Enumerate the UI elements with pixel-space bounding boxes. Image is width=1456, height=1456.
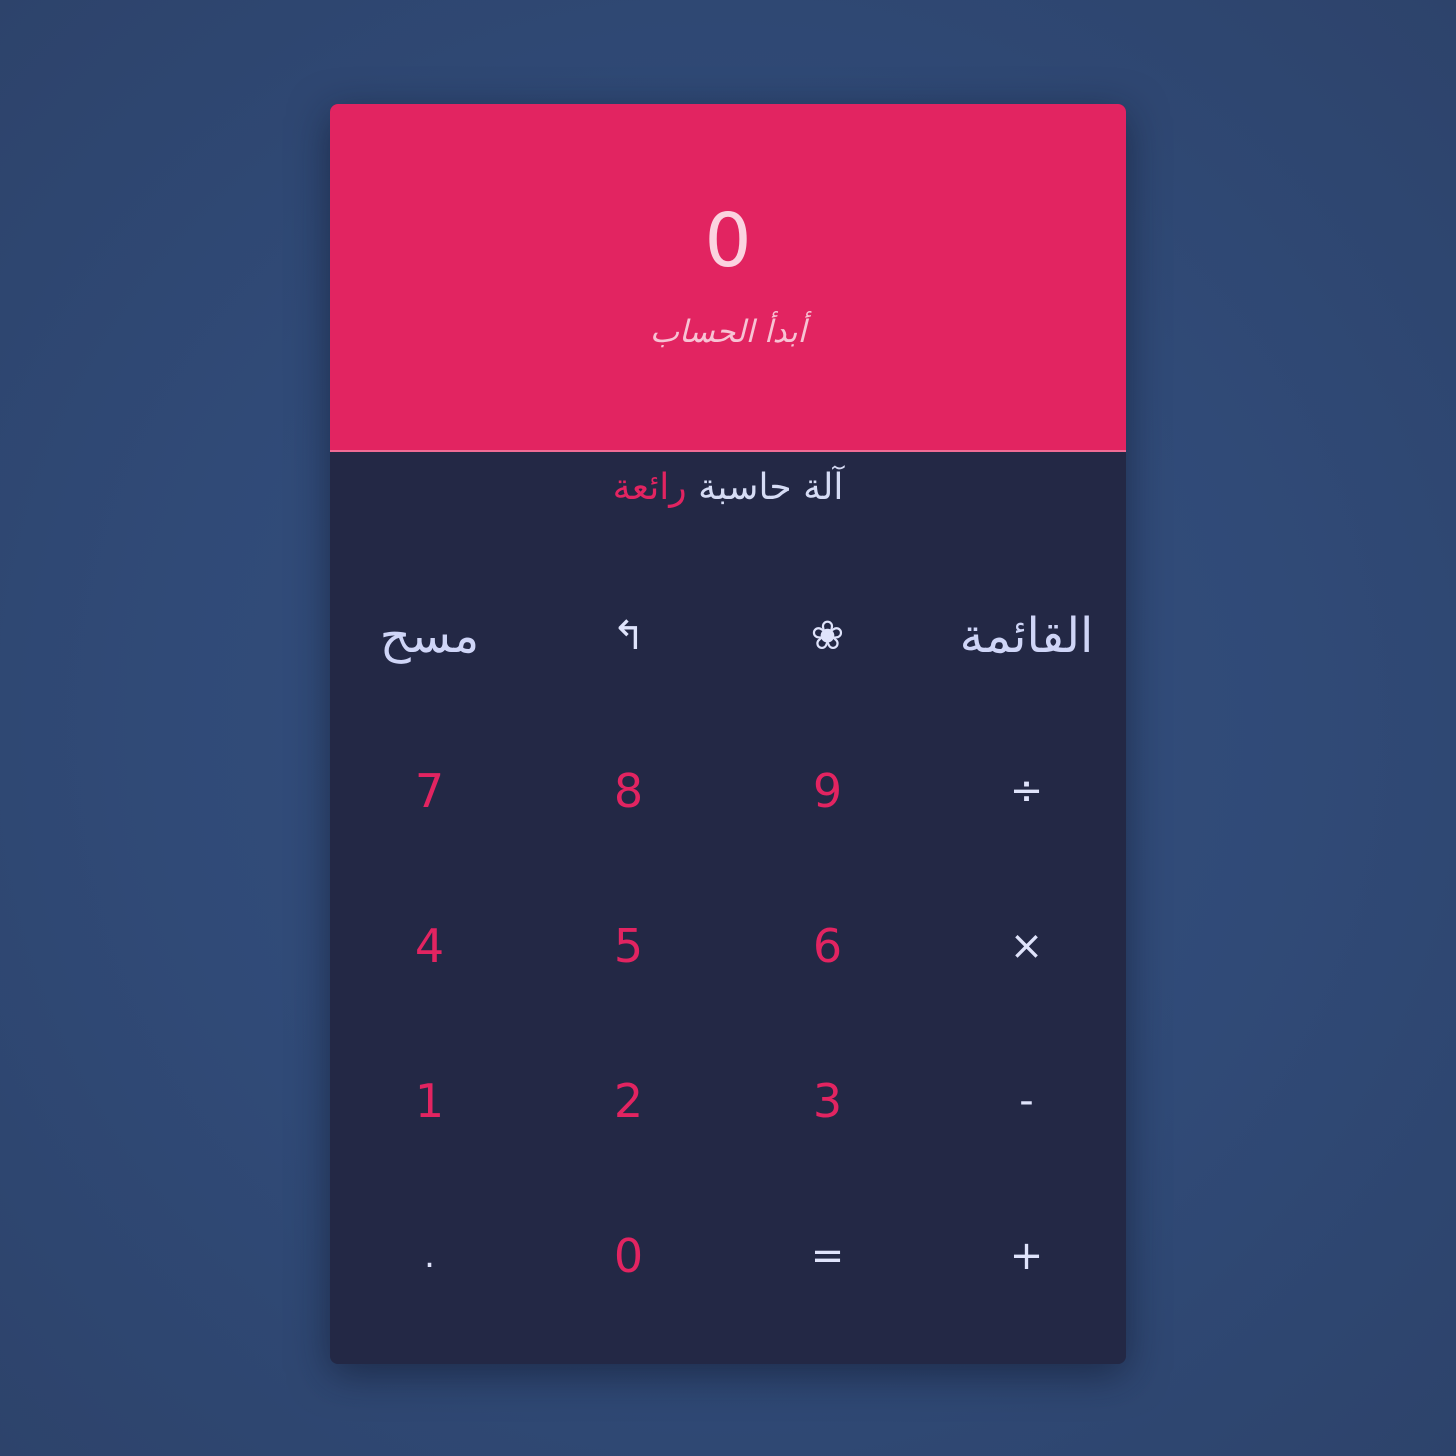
key-5[interactable]: 5 [529, 869, 728, 1024]
key-1[interactable]: 1 [330, 1023, 529, 1178]
equals-button[interactable]: = [728, 1178, 927, 1333]
decimal-button[interactable]: . [330, 1178, 529, 1333]
key-6[interactable]: 6 [728, 869, 927, 1024]
backspace-icon[interactable]: ↰ [529, 559, 728, 714]
key-2[interactable]: 2 [529, 1023, 728, 1178]
plus-button[interactable]: + [927, 1178, 1126, 1333]
multiply-button[interactable]: × [927, 869, 1126, 1024]
key-9[interactable]: 9 [728, 714, 927, 869]
title-accent-text: رائعة [612, 467, 687, 508]
menu-button[interactable]: القائمة [927, 559, 1126, 714]
clear-button[interactable]: مسح [330, 559, 529, 714]
display-hint: أبدأ الحساب [649, 314, 807, 350]
divide-button[interactable]: ÷ [927, 714, 1126, 869]
display-panel: 0 أبدأ الحساب [330, 104, 1126, 452]
minus-button[interactable]: - [927, 1023, 1126, 1178]
key-8[interactable]: 8 [529, 714, 728, 869]
flower-icon[interactable]: ❀ [728, 559, 927, 714]
keypad: مسح ↰ ❀ القائمة 7 8 9 ÷ 4 5 6 × 1 2 3 - … [330, 559, 1126, 1333]
key-0[interactable]: 0 [529, 1178, 728, 1333]
key-3[interactable]: 3 [728, 1023, 927, 1178]
key-4[interactable]: 4 [330, 869, 529, 1024]
display-value: 0 [704, 198, 752, 284]
key-7[interactable]: 7 [330, 714, 529, 869]
calculator-title: آلة حاسبة رائعة [330, 466, 1126, 509]
title-main-text: آلة حاسبة [698, 467, 844, 508]
calculator: 0 أبدأ الحساب آلة حاسبة رائعة مسح ↰ ❀ ال… [330, 104, 1126, 1364]
